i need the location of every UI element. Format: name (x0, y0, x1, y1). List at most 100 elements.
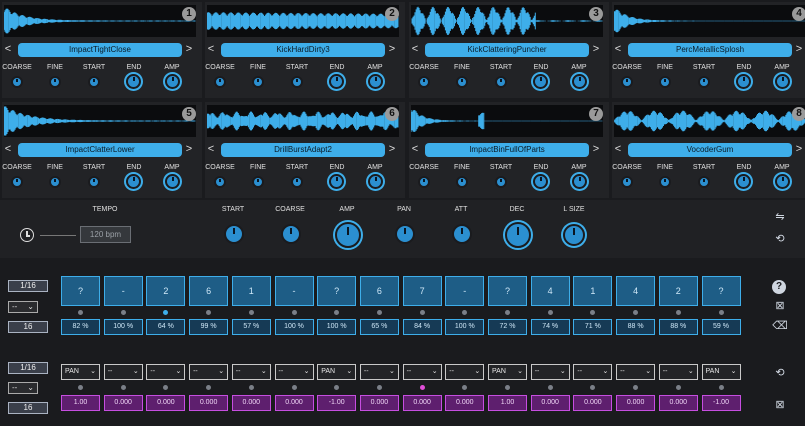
mod-target-select[interactable]: -- ⌄ (359, 364, 399, 380)
shuffle-icon[interactable]: ⇋ (772, 210, 788, 223)
step-cell[interactable]: 6 (189, 276, 229, 306)
mod-value[interactable]: 0.000 (658, 395, 698, 411)
amp-knob[interactable] (572, 74, 587, 89)
master-att-knob[interactable] (452, 224, 472, 244)
prev-sample-button[interactable]: < (411, 143, 419, 155)
step-cell[interactable]: ? (61, 276, 100, 306)
amp-knob[interactable] (165, 74, 180, 89)
next-sample-button[interactable]: > (185, 143, 193, 155)
mod-value[interactable]: 0.000 (231, 395, 271, 411)
sample-name[interactable]: ImpactTightClose (18, 43, 182, 57)
mod-value[interactable]: 0.000 (530, 395, 570, 411)
seq2-length-button[interactable]: 16 (8, 402, 48, 414)
amp-knob[interactable] (775, 174, 790, 189)
step-cell[interactable]: 4 (616, 276, 656, 306)
start-knob[interactable] (88, 76, 100, 88)
step-probability[interactable]: 84 % (402, 319, 442, 335)
end-knob[interactable] (126, 74, 141, 89)
master-coarse-knob[interactable] (281, 224, 301, 244)
amp-knob[interactable] (775, 74, 790, 89)
mod-value[interactable]: 1.00 (61, 395, 100, 411)
mod-target-select[interactable]: PAN ⌄ (317, 364, 357, 380)
prev-sample-button[interactable]: < (207, 43, 215, 55)
coarse-knob[interactable] (11, 76, 23, 88)
mod-target-select[interactable]: -- ⌄ (103, 364, 143, 380)
mod-value[interactable]: 0.000 (573, 395, 613, 411)
mod-target-select[interactable]: -- ⌄ (274, 364, 314, 380)
master-pan-knob[interactable] (395, 224, 415, 244)
step-probability[interactable]: 100 % (274, 319, 314, 335)
prev-sample-button[interactable]: < (411, 43, 419, 55)
prev-sample-button[interactable]: < (614, 143, 622, 155)
step-probability[interactable]: 100 % (103, 319, 143, 335)
loop-icon[interactable]: ⟲ (772, 232, 788, 245)
mod-value[interactable]: 0.000 (402, 395, 442, 411)
delete-icon[interactable]: ⌫ (772, 319, 788, 332)
fine-knob[interactable] (49, 176, 61, 188)
coarse-knob[interactable] (621, 176, 633, 188)
next-sample-button[interactable]: > (795, 43, 803, 55)
mod-target-select[interactable]: PAN ⌄ (61, 364, 100, 380)
step-cell[interactable]: - (445, 276, 485, 306)
seq2-rate-button[interactable]: 1/16 (8, 362, 48, 374)
step-cell[interactable]: 2 (146, 276, 186, 306)
seq2-mode-select[interactable]: -- ⌄ (8, 382, 38, 394)
step-probability[interactable]: 74 % (530, 319, 570, 335)
mod-target-select[interactable]: -- ⌄ (573, 364, 613, 380)
step-probability[interactable]: 65 % (359, 319, 399, 335)
step-probability[interactable]: 71 % (573, 319, 613, 335)
sample-name[interactable]: VocoderGum (628, 143, 792, 157)
tempo-input[interactable]: 120 bpm (80, 226, 131, 243)
step-cell[interactable]: - (103, 276, 143, 306)
step-cell[interactable]: ? (701, 276, 741, 306)
mod-target-select[interactable]: -- ⌄ (616, 364, 656, 380)
amp-knob[interactable] (368, 174, 383, 189)
mod-value[interactable]: 1.00 (488, 395, 527, 411)
coarse-knob[interactable] (214, 76, 226, 88)
clear-icon[interactable]: ⊠ (772, 398, 788, 411)
sample-name[interactable]: KickClatteringPuncher (425, 43, 589, 57)
step-probability[interactable]: 57 % (231, 319, 271, 335)
seq1-rate-button[interactable]: 1/16 (8, 280, 48, 292)
next-sample-button[interactable]: > (592, 43, 600, 55)
step-cell[interactable]: 4 (530, 276, 570, 306)
sample-name[interactable]: DrillBurstAdapt2 (221, 143, 385, 157)
mod-value[interactable]: 0.000 (445, 395, 485, 411)
amp-knob[interactable] (368, 74, 383, 89)
mod-target-select[interactable]: -- ⌄ (658, 364, 698, 380)
mod-target-select[interactable]: PAN ⌄ (701, 364, 741, 380)
mod-value[interactable]: -1.00 (317, 395, 357, 411)
prev-sample-button[interactable]: < (614, 43, 622, 55)
mod-value[interactable]: 0.000 (189, 395, 229, 411)
clear-icon[interactable]: ⊠ (772, 299, 788, 312)
step-cell[interactable]: - (274, 276, 314, 306)
end-knob[interactable] (533, 74, 548, 89)
fine-knob[interactable] (49, 76, 61, 88)
amp-knob[interactable] (572, 174, 587, 189)
fine-knob[interactable] (456, 76, 468, 88)
mod-value[interactable]: -1.00 (701, 395, 741, 411)
step-probability[interactable]: 82 % (61, 319, 100, 335)
start-knob[interactable] (291, 176, 303, 188)
seq1-mode-select[interactable]: -- ⌄ (8, 301, 38, 313)
coarse-knob[interactable] (621, 76, 633, 88)
master-start-knob[interactable] (224, 224, 244, 244)
end-knob[interactable] (329, 174, 344, 189)
master-amp-knob[interactable] (335, 222, 361, 248)
amp-knob[interactable] (165, 174, 180, 189)
start-knob[interactable] (698, 176, 710, 188)
mod-target-select[interactable]: -- ⌄ (402, 364, 442, 380)
step-probability[interactable]: 59 % (701, 319, 741, 335)
end-knob[interactable] (126, 174, 141, 189)
mod-target-select[interactable]: PAN ⌄ (488, 364, 527, 380)
next-sample-button[interactable]: > (592, 143, 600, 155)
mod-value[interactable]: 0.000 (274, 395, 314, 411)
end-knob[interactable] (329, 74, 344, 89)
step-probability[interactable]: 64 % (146, 319, 186, 335)
mod-value[interactable]: 0.000 (146, 395, 186, 411)
prev-sample-button[interactable]: < (4, 143, 12, 155)
master-lsize-knob[interactable] (563, 224, 585, 246)
fine-knob[interactable] (659, 176, 671, 188)
next-sample-button[interactable]: > (388, 43, 396, 55)
mod-value[interactable]: 0.000 (359, 395, 399, 411)
